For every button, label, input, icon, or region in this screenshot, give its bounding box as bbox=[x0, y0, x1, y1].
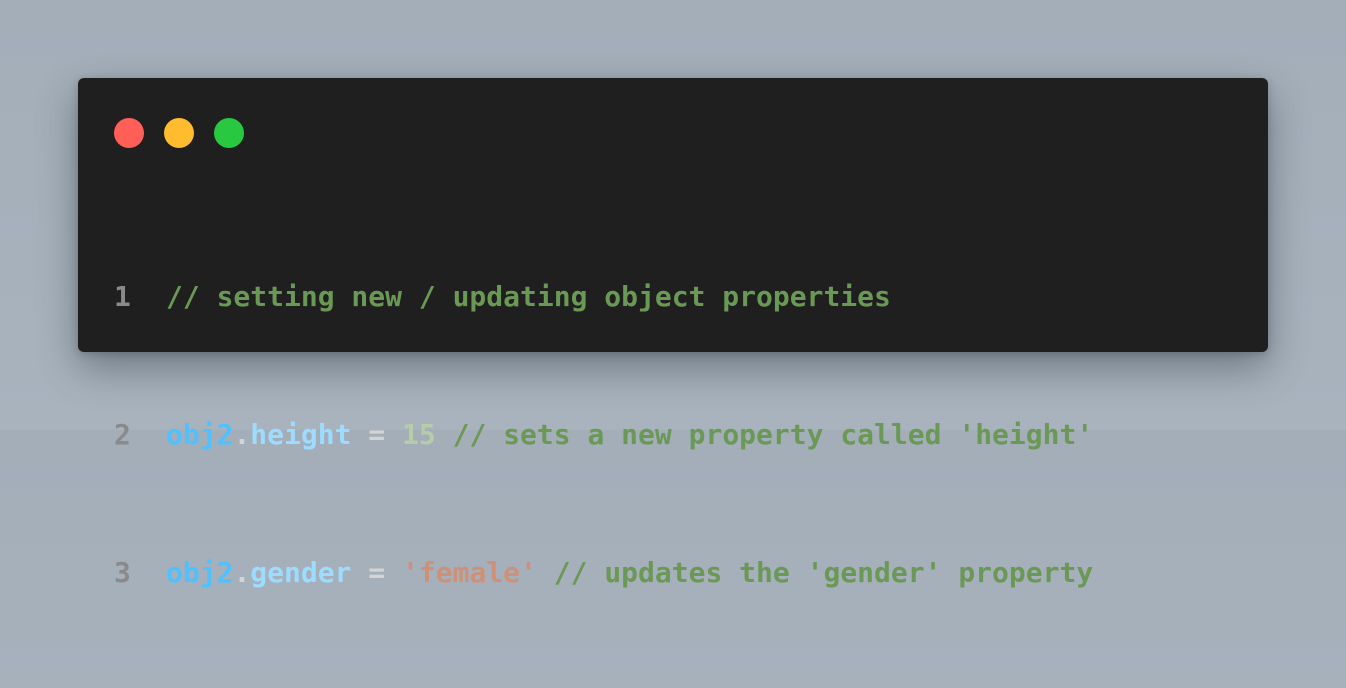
code-comment: // sets a new property called 'height' bbox=[435, 418, 1094, 451]
code-block: 1 // setting new / updating object proper… bbox=[114, 182, 1093, 688]
code-window: 1 // setting new / updating object proper… bbox=[78, 78, 1268, 589]
code-comment: // updates the 'gender' property bbox=[536, 556, 1094, 589]
code-line-3: 3 obj2. gender = 'female' // updates the '… bbox=[114, 550, 1093, 596]
maximize-dot-icon[interactable] bbox=[214, 118, 244, 148]
code-line-2: 2 obj2. height = 15 // sets a new property… bbox=[114, 412, 1093, 458]
line-number: 2 bbox=[114, 418, 131, 451]
line-number: 3 bbox=[114, 556, 131, 589]
window-controls bbox=[114, 118, 244, 148]
code-property: height bbox=[250, 418, 352, 451]
code-operator: = bbox=[351, 418, 403, 451]
code-dot: . bbox=[233, 418, 251, 451]
code-object: obj2 bbox=[166, 556, 234, 589]
code-number-value: 15 bbox=[402, 418, 436, 451]
code-dot: . bbox=[233, 556, 251, 589]
minimize-dot-icon[interactable] bbox=[164, 118, 194, 148]
code-property: gender bbox=[250, 556, 352, 589]
close-dot-icon[interactable] bbox=[114, 118, 144, 148]
code-operator: = bbox=[351, 556, 403, 589]
code-comment: // setting new / updating object propert… bbox=[166, 280, 891, 313]
code-object: obj2 bbox=[166, 418, 234, 451]
code-line-1: 1 // setting new / updating object proper… bbox=[114, 274, 1093, 320]
line-number: 1 bbox=[114, 280, 131, 313]
code-string-value: 'female' bbox=[402, 556, 537, 589]
